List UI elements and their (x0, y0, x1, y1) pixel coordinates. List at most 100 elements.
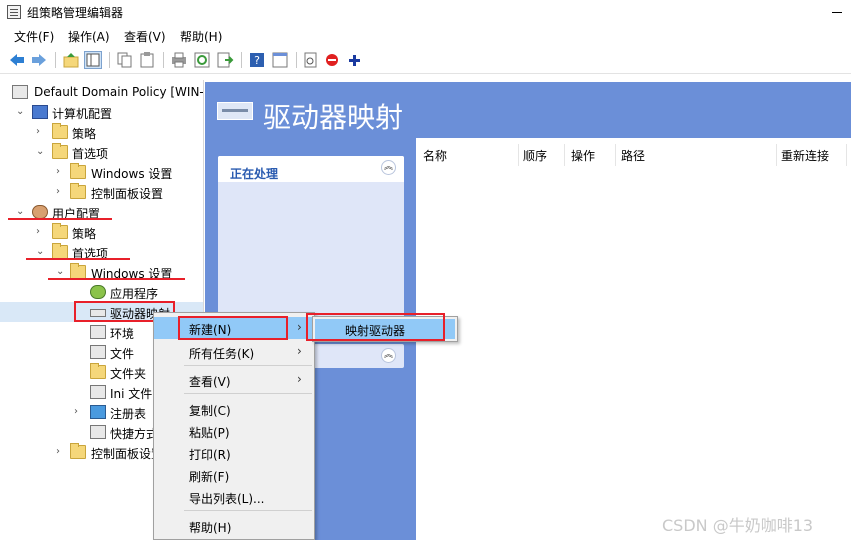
collapse-icon[interactable]: ︽ (381, 160, 396, 175)
folder-icon (70, 163, 86, 179)
folder-icon (90, 363, 106, 379)
stop-icon[interactable] (323, 51, 341, 69)
column-path[interactable]: 路径 (621, 147, 645, 164)
column-name[interactable]: 名称 (423, 147, 447, 164)
window-title: 组策略管理编辑器 (27, 6, 124, 20)
menu-item-view[interactable]: 查看(V) › (154, 369, 314, 391)
chevron-down-icon[interactable]: ⌄ (16, 205, 26, 219)
document-icon[interactable] (302, 51, 320, 69)
menu-bar: 文件(F) 操作(A) 查看(V) 帮助(H) (0, 24, 851, 46)
menu-file[interactable]: 文件(F) (14, 28, 54, 45)
show-tree-icon[interactable] (84, 51, 102, 69)
chevron-right-icon[interactable]: › (56, 165, 66, 179)
annotation-box (178, 316, 288, 340)
context-menu: 新建(N) › 所有任务(K) › 查看(V) › 复制(C) 粘贴(P) 打印… (153, 312, 315, 540)
chevron-right-icon[interactable]: › (74, 405, 84, 419)
menu-item-label: 查看(V) (189, 375, 231, 389)
chevron-down-icon[interactable]: ⌄ (36, 245, 46, 259)
control-panel-icon (70, 443, 86, 459)
chevron-right-icon: › (297, 320, 302, 334)
paste-icon[interactable] (138, 51, 156, 69)
menu-item-print[interactable]: 打印(R) (154, 442, 314, 464)
shortcut-icon (90, 425, 106, 439)
menu-action[interactable]: 操作(A) (68, 28, 110, 45)
tree-label: 文件 (110, 347, 135, 361)
tree-node-root[interactable]: Default Domain Policy [WIN- (0, 82, 204, 102)
chevron-right-icon[interactable]: › (56, 185, 66, 199)
folder-icon (52, 243, 68, 259)
chevron-right-icon: › (297, 344, 302, 358)
tree-node-c-policy[interactable]: › 策略 (0, 122, 203, 142)
menu-item-label: 刷新(F) (189, 470, 230, 484)
refresh-icon[interactable] (193, 51, 211, 69)
column-order[interactable]: 顺序 (523, 147, 547, 164)
tree-label: 策略 (72, 227, 97, 241)
column-reconnect[interactable]: 重新连接 (781, 147, 829, 164)
export-icon[interactable] (216, 51, 234, 69)
tree-node-c-windows[interactable]: › Windows 设置 (0, 162, 203, 182)
tree-node-u-apps[interactable]: 应用程序 (0, 282, 203, 302)
menu-item-refresh[interactable]: 刷新(F) (154, 464, 314, 486)
menu-item-label: 粘贴(P) (189, 426, 230, 440)
properties-icon[interactable] (271, 51, 289, 69)
column-action[interactable]: 操作 (571, 147, 595, 164)
copy-icon[interactable] (116, 51, 134, 69)
tree-label: 注册表 (110, 407, 147, 421)
folder-icon (52, 123, 68, 139)
user-icon (32, 205, 48, 219)
content-header: 驱动器映射 (205, 82, 851, 138)
tree-node-c-prefs[interactable]: ⌄ 首选项 (0, 142, 203, 162)
tree-label: 首选项 (72, 147, 109, 161)
minimize-button[interactable] (826, 4, 850, 20)
annotation-box (306, 313, 445, 341)
chevron-right-icon[interactable]: › (56, 445, 66, 459)
environment-icon (90, 325, 106, 339)
policy-document-icon (12, 85, 28, 99)
application-icon (90, 285, 106, 299)
up-folder-icon[interactable] (62, 51, 80, 69)
menu-item-paste[interactable]: 粘贴(P) (154, 420, 314, 442)
chevron-down-icon[interactable]: ⌄ (56, 265, 66, 279)
tree-node-c-controlpanel[interactable]: › 控制面板设置 (0, 182, 203, 202)
page-title: 驱动器映射 (263, 101, 404, 134)
menu-item-export[interactable]: 导出列表(L)... (154, 486, 314, 508)
menu-item-help[interactable]: 帮助(H) (154, 515, 314, 537)
menu-item-label: 复制(C) (189, 404, 231, 418)
task-card-title: 正在处理 (230, 167, 279, 181)
watermark: CSDN @牛奶咖啡13 (662, 516, 814, 535)
folder-icon (52, 143, 68, 159)
help-icon[interactable]: ? (248, 51, 266, 69)
chevron-right-icon[interactable]: › (36, 225, 46, 239)
app-icon (7, 5, 21, 19)
forward-arrow-icon[interactable] (30, 51, 48, 69)
menu-item-all-tasks[interactable]: 所有任务(K) › (154, 341, 314, 363)
tree-label: 快捷方式 (110, 427, 159, 441)
tree-node-u-policy[interactable]: › 策略 (0, 222, 203, 242)
task-card-processing: 正在处理 ︽ (218, 156, 404, 320)
menu-view[interactable]: 查看(V) (124, 28, 166, 45)
chevron-right-icon[interactable]: › (36, 125, 46, 139)
menu-item-label: 导出列表(L)... (189, 492, 265, 506)
chevron-down-icon[interactable]: ⌄ (36, 145, 46, 159)
svg-text:?: ? (254, 54, 260, 67)
folder-icon (70, 263, 86, 279)
tree-label: 环境 (110, 327, 135, 341)
ini-file-icon (90, 385, 106, 399)
back-arrow-icon[interactable] (8, 51, 26, 69)
annotation-underline (48, 278, 185, 280)
menu-item-label: 帮助(H) (189, 521, 232, 535)
registry-icon (90, 405, 106, 419)
tree-label: 文件夹 (110, 367, 147, 381)
tree-node-computer-config[interactable]: ⌄ 计算机配置 (0, 102, 203, 122)
chevron-down-icon[interactable]: ⌄ (16, 105, 26, 119)
menu-item-label: 打印(R) (189, 448, 231, 462)
menu-item-copy[interactable]: 复制(C) (154, 398, 314, 420)
collapse-icon[interactable]: ︽ (381, 348, 396, 363)
menu-help[interactable]: 帮助(H) (180, 28, 222, 45)
tree-label: Windows 设置 (91, 167, 173, 181)
add-icon[interactable] (345, 51, 363, 69)
tree-label: Default Domain Policy [WIN- (34, 85, 204, 99)
file-icon (90, 345, 106, 359)
print-icon[interactable] (170, 51, 188, 69)
computer-icon (32, 105, 48, 119)
